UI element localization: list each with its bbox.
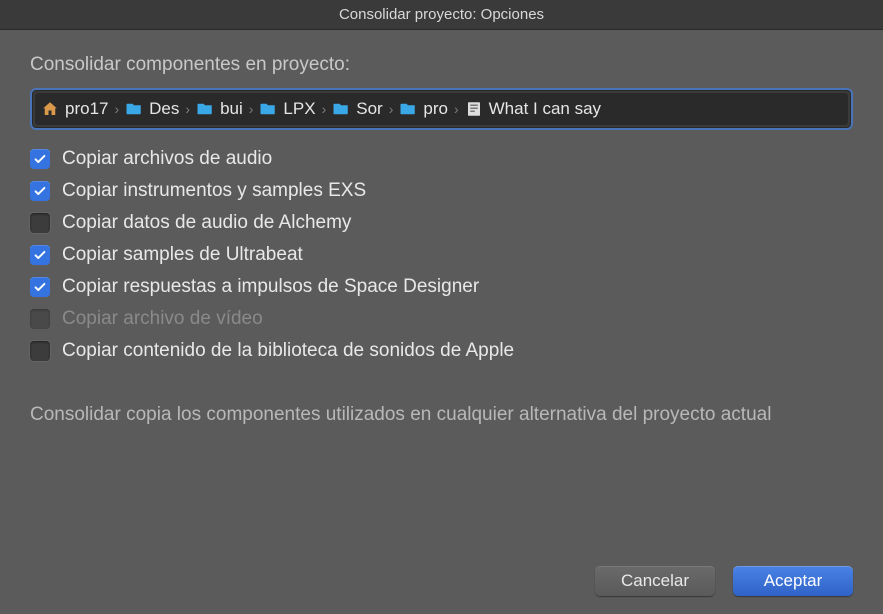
checkbox[interactable] <box>30 213 50 233</box>
checkbox[interactable] <box>30 245 50 265</box>
option-label: Copiar datos de audio de Alchemy <box>62 212 351 234</box>
breadcrumb-item-label: pro17 <box>65 99 108 119</box>
option-label: Copiar respuestas a impulsos de Space De… <box>62 276 479 298</box>
option-label: Copiar archivos de audio <box>62 148 272 170</box>
option-row[interactable]: Copiar respuestas a impulsos de Space De… <box>30 276 853 298</box>
breadcrumb-item-label: Des <box>149 99 179 119</box>
cancel-button-label: Cancelar <box>621 571 689 591</box>
breadcrumb-item[interactable]: pro <box>397 99 450 119</box>
cancel-button[interactable]: Cancelar <box>595 566 715 596</box>
folder-icon <box>125 100 143 118</box>
breadcrumb-item[interactable]: Des <box>123 99 181 119</box>
breadcrumb-item[interactable]: pro17 <box>39 99 110 119</box>
folder-icon <box>259 100 277 118</box>
breadcrumb-item[interactable]: bui <box>194 99 245 119</box>
option-row[interactable]: Copiar samples de Ultrabeat <box>30 244 853 266</box>
option-label: Copiar samples de Ultrabeat <box>62 244 303 266</box>
chevron-right-icon: › <box>249 101 254 117</box>
dialog-content: Consolidar componentes en proyecto: pro1… <box>0 30 883 614</box>
breadcrumb-item-label: bui <box>220 99 243 119</box>
button-row: Cancelar Aceptar <box>30 566 853 596</box>
breadcrumb-item[interactable]: LPX <box>257 99 317 119</box>
path-control[interactable]: pro17 › Des › bui › LPX › Sor › pro › What I can say <box>30 88 853 130</box>
folder-icon <box>399 100 417 118</box>
options-list: Copiar archivos de audio Copiar instrumen… <box>30 148 853 362</box>
checkbox[interactable] <box>30 341 50 361</box>
chevron-right-icon: › <box>185 101 190 117</box>
checkbox[interactable] <box>30 181 50 201</box>
folder-icon <box>196 100 214 118</box>
project-icon <box>465 100 483 118</box>
breadcrumb-item-label: pro <box>423 99 448 119</box>
ok-button-label: Aceptar <box>764 571 823 591</box>
breadcrumb-item-label: Sor <box>356 99 382 119</box>
chevron-right-icon: › <box>389 101 394 117</box>
folder-icon <box>332 100 350 118</box>
option-label: Copiar archivo de vídeo <box>62 308 263 330</box>
home-icon <box>41 100 59 118</box>
window-title: Consolidar proyecto: Opciones <box>339 6 544 23</box>
checkbox[interactable] <box>30 149 50 169</box>
chevron-right-icon: › <box>322 101 327 117</box>
ok-button[interactable]: Aceptar <box>733 566 853 596</box>
breadcrumb: pro17 › Des › bui › LPX › Sor › pro › What I can say <box>35 93 848 125</box>
option-row: Copiar archivo de vídeo <box>30 308 853 330</box>
breadcrumb-item[interactable]: Sor <box>330 99 384 119</box>
option-row[interactable]: Copiar contenido de la biblioteca de son… <box>30 340 853 362</box>
breadcrumb-item[interactable]: What I can say <box>463 99 603 119</box>
chevron-right-icon: › <box>114 101 119 117</box>
option-label: Copiar instrumentos y samples EXS <box>62 180 366 202</box>
checkbox <box>30 309 50 329</box>
option-row[interactable]: Copiar datos de audio de Alchemy <box>30 212 853 234</box>
option-label: Copiar contenido de la biblioteca de son… <box>62 340 514 362</box>
footer-description: Consolidar copia los componentes utiliza… <box>30 402 853 428</box>
option-row[interactable]: Copiar archivos de audio <box>30 148 853 170</box>
chevron-right-icon: › <box>454 101 459 117</box>
checkbox[interactable] <box>30 277 50 297</box>
dialog-window: Consolidar proyecto: Opciones Consolidar… <box>0 0 883 614</box>
titlebar: Consolidar proyecto: Opciones <box>0 0 883 30</box>
section-label: Consolidar componentes en proyecto: <box>30 54 853 76</box>
breadcrumb-item-label: What I can say <box>489 99 601 119</box>
breadcrumb-item-label: LPX <box>283 99 315 119</box>
option-row[interactable]: Copiar instrumentos y samples EXS <box>30 180 853 202</box>
